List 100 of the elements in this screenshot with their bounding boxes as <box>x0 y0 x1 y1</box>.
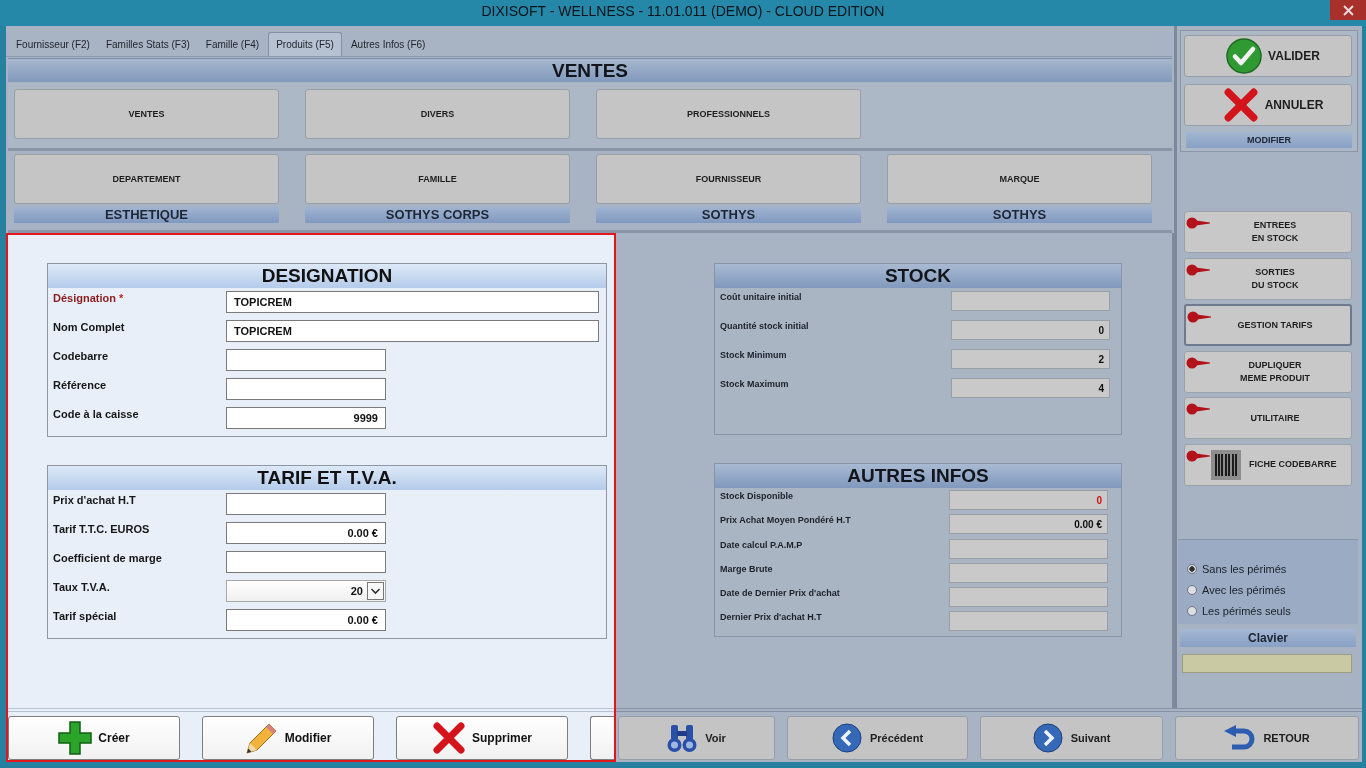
chevron-down-icon <box>367 582 384 600</box>
close-icon <box>1342 4 1354 16</box>
field-label: Date de Dernier Prix d'achat <box>719 587 841 601</box>
text-field[interactable]: 9999 <box>226 407 386 429</box>
text-field[interactable]: 0.00 € <box>226 522 386 544</box>
tab[interactable]: Fournisseur (F2) <box>9 34 97 56</box>
category-button[interactable]: DIVERS <box>305 89 570 139</box>
arrow-right-circle-icon <box>1032 723 1063 753</box>
group-title: AUTRES INFOS <box>715 464 1121 488</box>
radio-icon[interactable] <box>1187 606 1197 617</box>
delete-button[interactable]: Supprimer <box>396 716 568 760</box>
tool-button[interactable]: ENTREES EN STOCK <box>1184 211 1352 253</box>
group-title: STOCK <box>715 264 1121 288</box>
pin-icon <box>1186 263 1210 276</box>
text-field[interactable]: 0.00 € <box>226 609 386 631</box>
pin-icon <box>1186 217 1210 229</box>
field-label: Tarif spécial <box>52 609 118 623</box>
keyboard-field[interactable] <box>1182 653 1352 673</box>
category-value: SOTHYS CORPS <box>305 207 570 223</box>
return-arrow-icon <box>1224 724 1256 752</box>
edit-button[interactable]: Modifier <box>202 716 374 760</box>
tool-button[interactable]: GESTION TARIFS <box>1184 304 1352 347</box>
tool-button[interactable]: DUPLIQUER MEME PRODUIT <box>1184 350 1352 393</box>
category-button[interactable]: PROFESSIONNELS <box>596 89 861 139</box>
tool-button[interactable]: UTILITAIRE <box>1184 397 1352 440</box>
keyboard-title: Clavier <box>1180 628 1356 647</box>
field-label: Tarif T.T.C. EUROS <box>52 522 151 536</box>
tab[interactable]: Familles Stats (F3) <box>98 34 197 56</box>
pin-icon <box>1186 403 1210 416</box>
category-button[interactable]: MARQUE <box>887 154 1152 204</box>
field-label: Prix Achat Moyen Pondéré H.T <box>719 514 852 528</box>
pencil-icon <box>244 721 279 755</box>
back-button[interactable]: RETOUR <box>1175 716 1359 760</box>
field-label: Date calcul P.A.M.P <box>719 538 804 552</box>
barcode-icon <box>1211 449 1241 480</box>
tab[interactable]: Produits (F5) <box>268 32 342 56</box>
dropdown-field[interactable]: 20 <box>226 580 386 602</box>
field-label: Codebarre <box>52 349 110 363</box>
field-label: Stock Disponible <box>719 490 794 503</box>
field-label: Code à la caisse <box>52 407 140 421</box>
tab[interactable]: Famille (F4) <box>198 34 267 56</box>
close-button[interactable] <box>1330 0 1366 20</box>
pin-icon <box>1186 449 1210 462</box>
category-button[interactable]: DEPARTEMENT <box>14 154 279 204</box>
pin-icon <box>1186 356 1210 369</box>
create-button[interactable]: Créer <box>8 716 180 760</box>
radio-icon[interactable] <box>1187 585 1197 596</box>
field-label: Coût unitaire initial <box>719 291 803 304</box>
previous-button[interactable]: Précédent <box>787 716 968 760</box>
text-field[interactable]: TOPICREM <box>226 291 599 313</box>
text-field[interactable]: 0.00 € <box>949 514 1108 535</box>
field-label: Dernier Prix d'achat H.T <box>719 611 823 625</box>
text-field[interactable] <box>226 349 386 371</box>
group-title: DESIGNATION <box>48 264 606 288</box>
field-label: Désignation * <box>52 291 125 305</box>
category-value: ESTHETIQUE <box>14 207 279 223</box>
section-title: VENTES <box>8 58 1172 82</box>
text-field[interactable] <box>951 291 1110 311</box>
mode-label: MODIFIER <box>1186 132 1352 148</box>
category-value: SOTHYS <box>887 207 1152 223</box>
text-field[interactable]: 4 <box>951 378 1110 398</box>
radio-icon[interactable] <box>1187 564 1197 575</box>
radio-option[interactable]: Sans les périmés <box>1187 558 1358 580</box>
category-button[interactable]: FOURNISSEUR <box>596 154 861 204</box>
radio-option[interactable]: Les périmés seuls <box>1187 600 1358 622</box>
field-label: Prix d'achat H.T <box>52 493 137 507</box>
text-field[interactable] <box>226 551 386 573</box>
field-label: Référence <box>52 378 108 392</box>
field-label: Quantité stock initial <box>719 320 810 333</box>
text-field[interactable]: 2 <box>951 349 1110 369</box>
text-field[interactable]: 0 <box>951 320 1110 340</box>
button-edge[interactable] <box>590 716 614 760</box>
arrow-left-circle-icon <box>831 723 862 753</box>
text-field[interactable] <box>226 493 386 515</box>
next-button[interactable]: Suivant <box>980 716 1163 760</box>
tool-button[interactable]: SORTIES DU STOCK <box>1184 257 1352 300</box>
text-field[interactable] <box>949 587 1108 608</box>
category-button[interactable]: VENTES <box>14 89 279 139</box>
tool-button[interactable]: FICHE CODEBARRE <box>1184 443 1352 486</box>
field-label: Coefficient de marge <box>52 551 163 565</box>
text-field[interactable]: TOPICREM <box>226 320 599 342</box>
window-title: DIXISOFT - WELLNESS - 11.01.011 (DEMO) - CLOUD EDITION <box>481 2 885 21</box>
field-label: Nom Complet <box>52 320 126 334</box>
radio-option[interactable]: Avec les périmés <box>1187 579 1358 601</box>
view-button[interactable]: Voir <box>618 716 775 760</box>
category-button[interactable]: FAMILLE <box>305 154 570 204</box>
pin-icon <box>1187 311 1211 324</box>
plus-icon <box>58 721 93 755</box>
text-field[interactable] <box>226 378 386 400</box>
field-label: Stock Maximum <box>719 378 790 391</box>
field-label: Marge Brute <box>719 562 774 576</box>
tab[interactable]: Autres Infos (F6) <box>343 34 433 56</box>
group-title: TARIF ET T.V.A. <box>48 466 606 490</box>
text-field[interactable] <box>949 611 1108 632</box>
cancel-button[interactable]: ANNULER <box>1184 84 1352 126</box>
text-field[interactable] <box>949 538 1108 559</box>
check-icon <box>1226 38 1263 74</box>
x-icon <box>1222 87 1259 123</box>
text-field[interactable] <box>949 562 1108 583</box>
validate-button[interactable]: VALIDER <box>1184 35 1352 77</box>
